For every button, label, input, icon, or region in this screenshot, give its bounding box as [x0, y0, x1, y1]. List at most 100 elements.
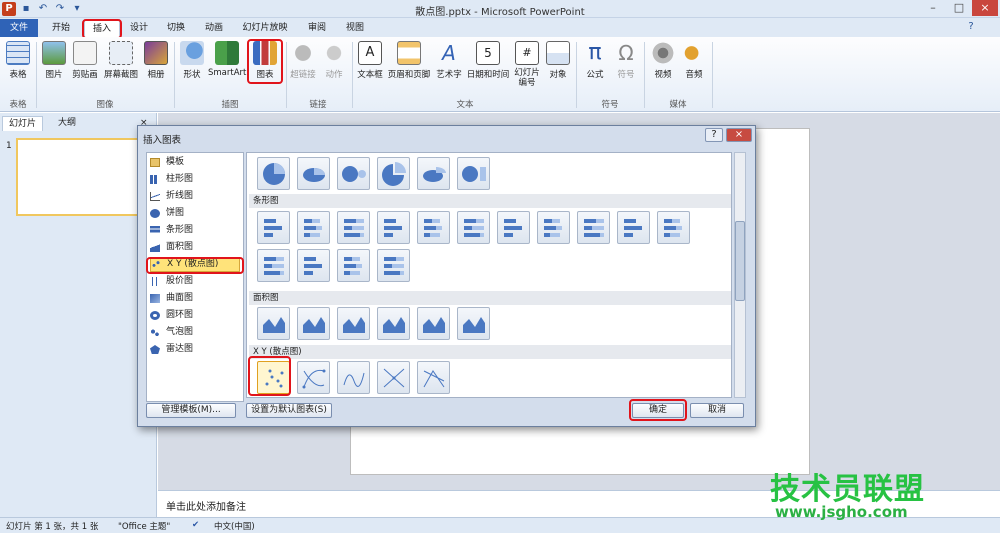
type-doughnut[interactable]: 圆环图: [150, 308, 240, 323]
chart-bar-variant[interactable]: [337, 211, 370, 244]
type-stock[interactable]: 股价图: [150, 274, 240, 289]
shapes-button[interactable]: 形状: [178, 41, 206, 80]
chart-bar-variant-icon: [424, 219, 442, 237]
chart-bar-variant[interactable]: [337, 249, 370, 282]
chart-scatter-smooth-markers[interactable]: [297, 361, 330, 394]
type-line[interactable]: 折线图: [150, 189, 240, 204]
chart-scatter-smooth[interactable]: [337, 361, 370, 394]
chart-bar-of-pie[interactable]: [457, 157, 490, 190]
slides-panel: 幻灯片 大纲 × 1: [0, 113, 157, 517]
minimize-button[interactable]: –: [920, 0, 946, 16]
hyperlink-button[interactable]: 超链接: [288, 41, 318, 80]
chart-bar-variant[interactable]: [537, 211, 570, 244]
action-icon: [322, 41, 346, 65]
type-templates[interactable]: 模板: [150, 155, 240, 170]
tab-file[interactable]: 文件: [0, 19, 38, 37]
chart-bar-variant[interactable]: [497, 211, 530, 244]
insert-tab-highlight: [82, 19, 122, 39]
chart-bar-variant[interactable]: [257, 211, 290, 244]
chart-bar-variant[interactable]: [457, 211, 490, 244]
slide-number: 1: [6, 141, 12, 151]
tab-slideshow[interactable]: 幻灯片放映: [236, 19, 294, 37]
action-button[interactable]: 动作: [320, 41, 348, 80]
album-button[interactable]: 相册: [143, 41, 169, 80]
notes-placeholder: 单击此处添加备注: [166, 502, 246, 513]
smartart-button[interactable]: SmartArt: [208, 41, 246, 78]
type-column[interactable]: 柱形图: [150, 172, 240, 187]
chart-bar-variant[interactable]: [257, 249, 290, 282]
chart-bar-variant[interactable]: [617, 211, 650, 244]
tab-review[interactable]: 审阅: [302, 19, 332, 37]
close-window-button[interactable]: ×: [972, 0, 998, 16]
tab-slides[interactable]: 幻灯片: [2, 116, 44, 131]
chart-area-variant[interactable]: [457, 307, 490, 340]
audio-button[interactable]: 音频: [680, 41, 708, 80]
section-area: 面积图: [249, 291, 731, 305]
chart-bar-variant[interactable]: [297, 249, 330, 282]
chart-area-variant[interactable]: [337, 307, 370, 340]
chart-bar-variant[interactable]: [377, 211, 410, 244]
tab-view[interactable]: 视图: [340, 19, 370, 37]
equation-button[interactable]: π 公式: [580, 41, 610, 81]
tab-outline[interactable]: 大纲: [52, 116, 82, 131]
slide-number-button[interactable]: # 幻灯片编号: [512, 41, 542, 88]
symbol-button[interactable]: Ω 符号: [612, 41, 640, 80]
type-area[interactable]: 面积图: [150, 240, 240, 255]
video-button[interactable]: 视频: [648, 41, 678, 80]
clipart-button[interactable]: 剪贴画: [70, 41, 100, 80]
textbox-button[interactable]: A 文本框: [356, 41, 384, 80]
dialog-help-button[interactable]: ?: [705, 128, 723, 142]
chart-exploded-pie-3d[interactable]: [417, 157, 450, 190]
chart-bar-variant[interactable]: [577, 211, 610, 244]
tab-transitions[interactable]: 切换: [160, 19, 192, 37]
chart-area-variant[interactable]: [417, 307, 450, 340]
table-button[interactable]: 表格: [4, 41, 32, 80]
chart-bar-variant[interactable]: [377, 249, 410, 282]
object-icon: [546, 41, 570, 65]
set-default-chart-button[interactable]: 设置为默认图表(S): [246, 403, 332, 418]
chart-scatter-straight[interactable]: [417, 361, 450, 394]
tab-animations[interactable]: 动画: [198, 19, 230, 37]
separator: [352, 42, 353, 108]
datetime-button[interactable]: 5 日期和时间: [466, 41, 510, 80]
chart-area-variant[interactable]: [297, 307, 330, 340]
manage-templates-button[interactable]: 管理模板(M)...: [146, 403, 236, 418]
type-radar[interactable]: 雷达图: [150, 342, 240, 357]
tab-design[interactable]: 设计: [124, 19, 154, 37]
help-icon[interactable]: ?: [964, 20, 978, 34]
chart-area-variant[interactable]: [257, 307, 290, 340]
chart-pie-of-pie[interactable]: [337, 157, 370, 190]
chart-pie[interactable]: [257, 157, 290, 190]
type-pie[interactable]: 饼图: [150, 206, 240, 221]
separator: [36, 42, 37, 108]
screenshot-button[interactable]: 屏幕截图: [102, 41, 140, 80]
datetime-label: 日期和时间: [466, 70, 510, 80]
tab-home[interactable]: 开始: [46, 19, 76, 37]
chart-area-variant[interactable]: [377, 307, 410, 340]
wordart-button[interactable]: A 艺术字: [434, 41, 464, 80]
type-label: 雷达图: [166, 344, 194, 354]
chart-bar-variant[interactable]: [417, 211, 450, 244]
scrollbar-thumb[interactable]: [735, 221, 745, 301]
dialog-close-button[interactable]: ×: [726, 128, 752, 142]
spellcheck-icon[interactable]: ✔: [192, 520, 199, 530]
chart-exploded-pie[interactable]: [377, 157, 410, 190]
chart-pie-3d[interactable]: [297, 157, 330, 190]
chart-scatter-straight-markers[interactable]: [377, 361, 410, 394]
type-surface[interactable]: 曲面图: [150, 291, 240, 306]
chart-bar-variant[interactable]: [297, 211, 330, 244]
picture-button[interactable]: 图片: [40, 41, 68, 80]
gallery-scrollbar[interactable]: [734, 152, 746, 398]
object-button[interactable]: 对象: [544, 41, 572, 80]
cancel-button[interactable]: 取消: [690, 403, 744, 418]
chart-bar-variant-icon: [384, 257, 404, 275]
chart-bar-variant[interactable]: [657, 211, 690, 244]
type-label: 圆环图: [166, 310, 194, 320]
maximize-button[interactable]: □: [946, 0, 972, 16]
header-footer-button[interactable]: 页眉和页脚: [386, 41, 432, 80]
type-bubble[interactable]: 气泡图: [150, 325, 240, 340]
type-label: 面积图: [166, 242, 194, 252]
slide-thumbnail[interactable]: [16, 138, 154, 216]
type-bar[interactable]: 条形图: [150, 223, 240, 238]
group-illustrations: 插图: [221, 100, 239, 110]
